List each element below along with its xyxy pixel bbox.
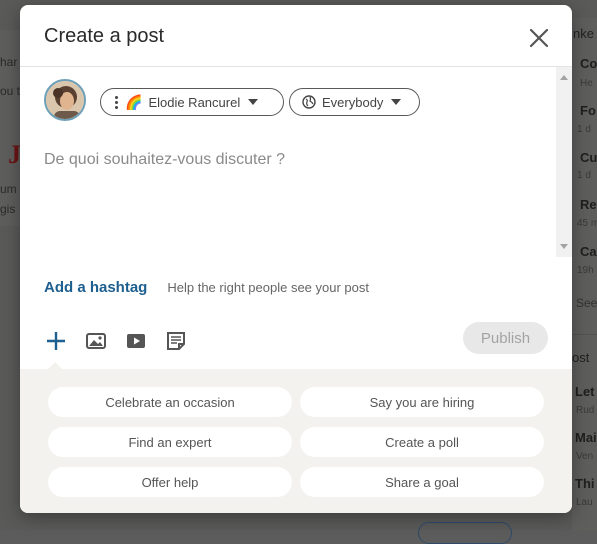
modal-header: Create a post xyxy=(20,5,572,67)
bg-news-sub: He xyxy=(580,78,593,89)
bg-suggest-sub: Rud xyxy=(576,405,595,416)
add-hashtag-link[interactable]: Add a hashtag xyxy=(44,279,147,296)
avatar-photo xyxy=(46,81,84,119)
bg-news-sub: 45 m xyxy=(577,218,597,229)
bg-news-title: Re xyxy=(580,197,597,212)
bg-left-text: har xyxy=(0,55,18,69)
close-button[interactable] xyxy=(524,23,554,53)
modal-title: Create a post xyxy=(44,25,165,47)
create-post-modal: Create a post 🌈 Elodie Rancurel Everybod… xyxy=(20,5,572,513)
bg-news-title: Cu xyxy=(580,150,597,165)
bg-see-more: See xyxy=(576,296,597,310)
scroll-down-icon[interactable] xyxy=(560,244,568,249)
bg-news-sub: 1 d xyxy=(577,124,591,135)
avatar xyxy=(44,79,86,121)
bg-suggest-title: Let xyxy=(575,384,595,399)
chevron-down-icon xyxy=(248,99,259,105)
bg-news-title: Fo xyxy=(580,103,596,118)
add-video-button[interactable] xyxy=(122,327,150,355)
publish-button[interactable]: Publish xyxy=(463,322,548,354)
post-compose-area: 🌈 Elodie Rancurel Everybody xyxy=(20,67,556,257)
suggestion-offer-help[interactable]: Offer help xyxy=(48,467,292,497)
bg-news-title: Ca xyxy=(580,244,597,259)
video-icon xyxy=(127,334,145,348)
hashtag-row: Add a hashtag Help the right people see … xyxy=(44,279,369,296)
bg-right-heading: ost xyxy=(572,350,590,365)
audience-label: Everybody xyxy=(322,94,384,110)
bg-suggest-title: Mai xyxy=(575,430,597,445)
bg-news-title: Co xyxy=(580,56,597,71)
bg-left-text: um xyxy=(0,182,17,196)
add-more-button[interactable] xyxy=(42,327,70,355)
bg-left-text: ou t xyxy=(0,84,21,98)
document-icon xyxy=(167,332,185,350)
suggestion-hiring[interactable]: Say you are hiring xyxy=(300,387,544,417)
suggestion-share-goal[interactable]: Share a goal xyxy=(300,467,544,497)
scroll-up-icon[interactable] xyxy=(560,75,568,80)
rainbow-icon: 🌈 xyxy=(125,93,143,110)
close-icon xyxy=(529,28,549,48)
post-text-input[interactable] xyxy=(44,151,544,251)
bg-suggest-sub: Lau xyxy=(576,497,593,508)
add-document-button[interactable] xyxy=(162,327,190,355)
bg-right-heading: nke xyxy=(573,26,594,41)
bg-suggest-title: Thi xyxy=(575,476,595,491)
options-icon xyxy=(115,95,118,109)
bg-news-sub: 1 d xyxy=(577,170,591,181)
bg-news-sub: 19h xyxy=(577,265,594,276)
plus-icon xyxy=(47,332,65,350)
scrollbar[interactable] xyxy=(556,67,572,257)
suggestion-celebrate[interactable]: Celebrate an occasion xyxy=(48,387,292,417)
audience-selector[interactable]: Everybody xyxy=(289,88,420,116)
author-selector[interactable]: 🌈 Elodie Rancurel xyxy=(100,88,284,116)
globe-icon xyxy=(302,95,316,109)
suggestion-find-expert[interactable]: Find an expert xyxy=(48,427,292,457)
add-photo-button[interactable] xyxy=(82,327,110,355)
panel-pointer xyxy=(47,362,63,370)
author-name: Elodie Rancurel xyxy=(148,94,241,110)
photo-icon xyxy=(86,333,106,349)
bg-button xyxy=(418,522,512,544)
chevron-down-icon xyxy=(391,99,402,105)
suggestion-create-poll[interactable]: Create a poll xyxy=(300,427,544,457)
suggestions-panel: Celebrate an occasion Say you are hiring… xyxy=(20,362,572,513)
bg-suggest-sub: Ven xyxy=(576,451,594,462)
hashtag-help-text: Help the right people see your post xyxy=(167,280,369,295)
bg-left-text: gis xyxy=(0,202,16,216)
